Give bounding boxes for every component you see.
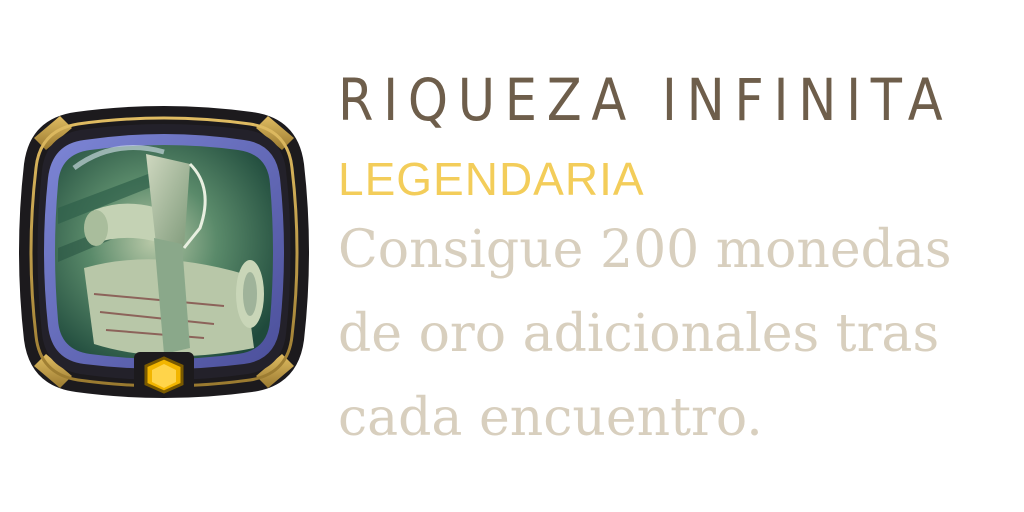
- achievement-badge: [14, 98, 314, 406]
- achievement-title: RIQUEZA INFINITA: [338, 66, 953, 134]
- achievement-description: Consigue 200 monedas de oro adicionales …: [338, 208, 1018, 460]
- description-line: cada encuentro.: [338, 388, 763, 448]
- achievement-text: RIQUEZA INFINITA LEGENDARIA Consigue 200…: [338, 58, 1018, 460]
- scroll-axe-icon: [19, 106, 309, 398]
- achievement-card: RIQUEZA INFINITA LEGENDARIA Consigue 200…: [0, 0, 1024, 512]
- description-line: Consigue 200 monedas: [338, 220, 952, 280]
- description-line: de oro adicionales tras: [338, 304, 940, 364]
- rarity-label: LEGENDARIA: [338, 153, 645, 205]
